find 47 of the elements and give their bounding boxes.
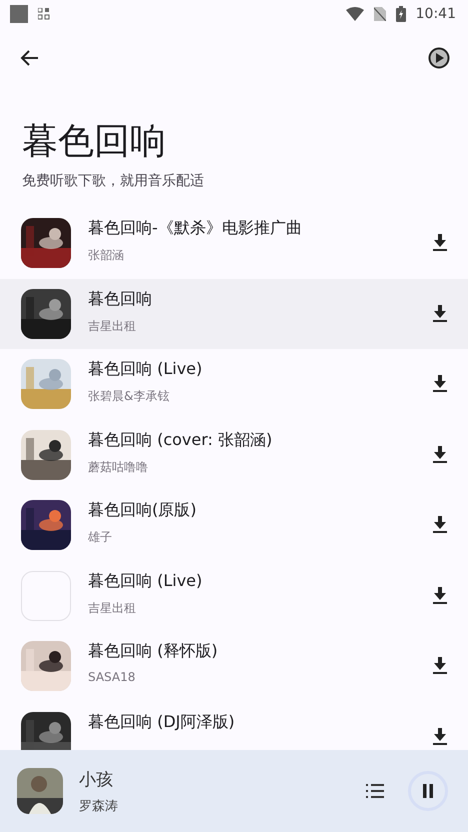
song-title: 暮色回响 (DJ阿泽版) — [88, 712, 235, 733]
download-icon[interactable] — [432, 657, 448, 676]
download-icon[interactable] — [432, 516, 448, 534]
song-artist: 雄子 — [88, 529, 112, 546]
song-row[interactable]: 暮色回响(原版) 雄子 — [0, 490, 468, 560]
song-row[interactable]: 暮色回响 (cover: 张韶涵) 蘑菇咕噜噜 — [0, 420, 468, 490]
wifi-icon — [346, 7, 364, 21]
play-circle-icon[interactable] — [428, 47, 450, 69]
mini-player[interactable]: 小孩 罗森涛 — [0, 750, 468, 832]
song-title: 暮色回响 (Live) — [88, 359, 202, 380]
song-artist: 蘑菇咕噜噜 — [88, 458, 148, 476]
playlist-icon[interactable] — [366, 783, 384, 799]
song-artist: 张韶涵 — [88, 247, 124, 264]
download-icon[interactable] — [432, 375, 448, 394]
download-icon[interactable] — [432, 728, 448, 746]
download-icon[interactable] — [432, 304, 448, 323]
song-row[interactable]: 暮色回响 (释怀版) SASA18 — [0, 631, 468, 702]
song-artist: 张碧晨&李承铉 — [88, 388, 170, 406]
song-row[interactable]: 暮色回响 吉星出租 — [0, 278, 468, 349]
player-artist: 罗森涛 — [79, 798, 118, 814]
song-title: 暮色回响(原版) — [88, 500, 196, 522]
song-title: 暮色回响 — [88, 288, 152, 310]
download-icon[interactable] — [432, 234, 448, 252]
download-icon[interactable] — [432, 446, 448, 464]
song-row[interactable]: 暮色回响 (Live) 吉星出租 — [0, 560, 468, 631]
back-arrow-icon[interactable] — [20, 49, 40, 67]
download-icon[interactable] — [432, 586, 448, 605]
apps-icon — [38, 8, 50, 20]
song-title: 暮色回响 (cover: 张韶涵) — [88, 430, 272, 451]
song-row[interactable]: 暮色回响 (Live) 张碧晨&李承铉 — [0, 349, 468, 420]
song-artist: 吉星出租 — [88, 318, 136, 335]
player-song-title: 小孩 — [79, 768, 113, 790]
status-time: 10:41 — [416, 6, 456, 22]
pause-icon — [422, 784, 434, 798]
song-title: 暮色回响-《默杀》电影推广曲 — [88, 218, 302, 240]
page-subtitle: 免费听歌下歌，就用音乐配适 — [22, 172, 205, 190]
song-artist: 吉星出租 — [88, 600, 136, 617]
no-sim-icon — [374, 7, 386, 21]
empty-cover — [21, 570, 71, 621]
song-row[interactable]: 暮色回响-《默杀》电影推广曲 张韶涵 — [0, 208, 468, 278]
app-notification-icon — [10, 5, 28, 23]
song-title: 暮色回响 (Live) — [88, 570, 202, 592]
song-artist: SASA18 — [88, 670, 136, 684]
pause-button[interactable] — [408, 771, 448, 811]
song-title: 暮色回响 (释怀版) — [88, 641, 218, 662]
page-title: 暮色回响 — [22, 120, 166, 164]
battery-icon — [396, 6, 406, 22]
